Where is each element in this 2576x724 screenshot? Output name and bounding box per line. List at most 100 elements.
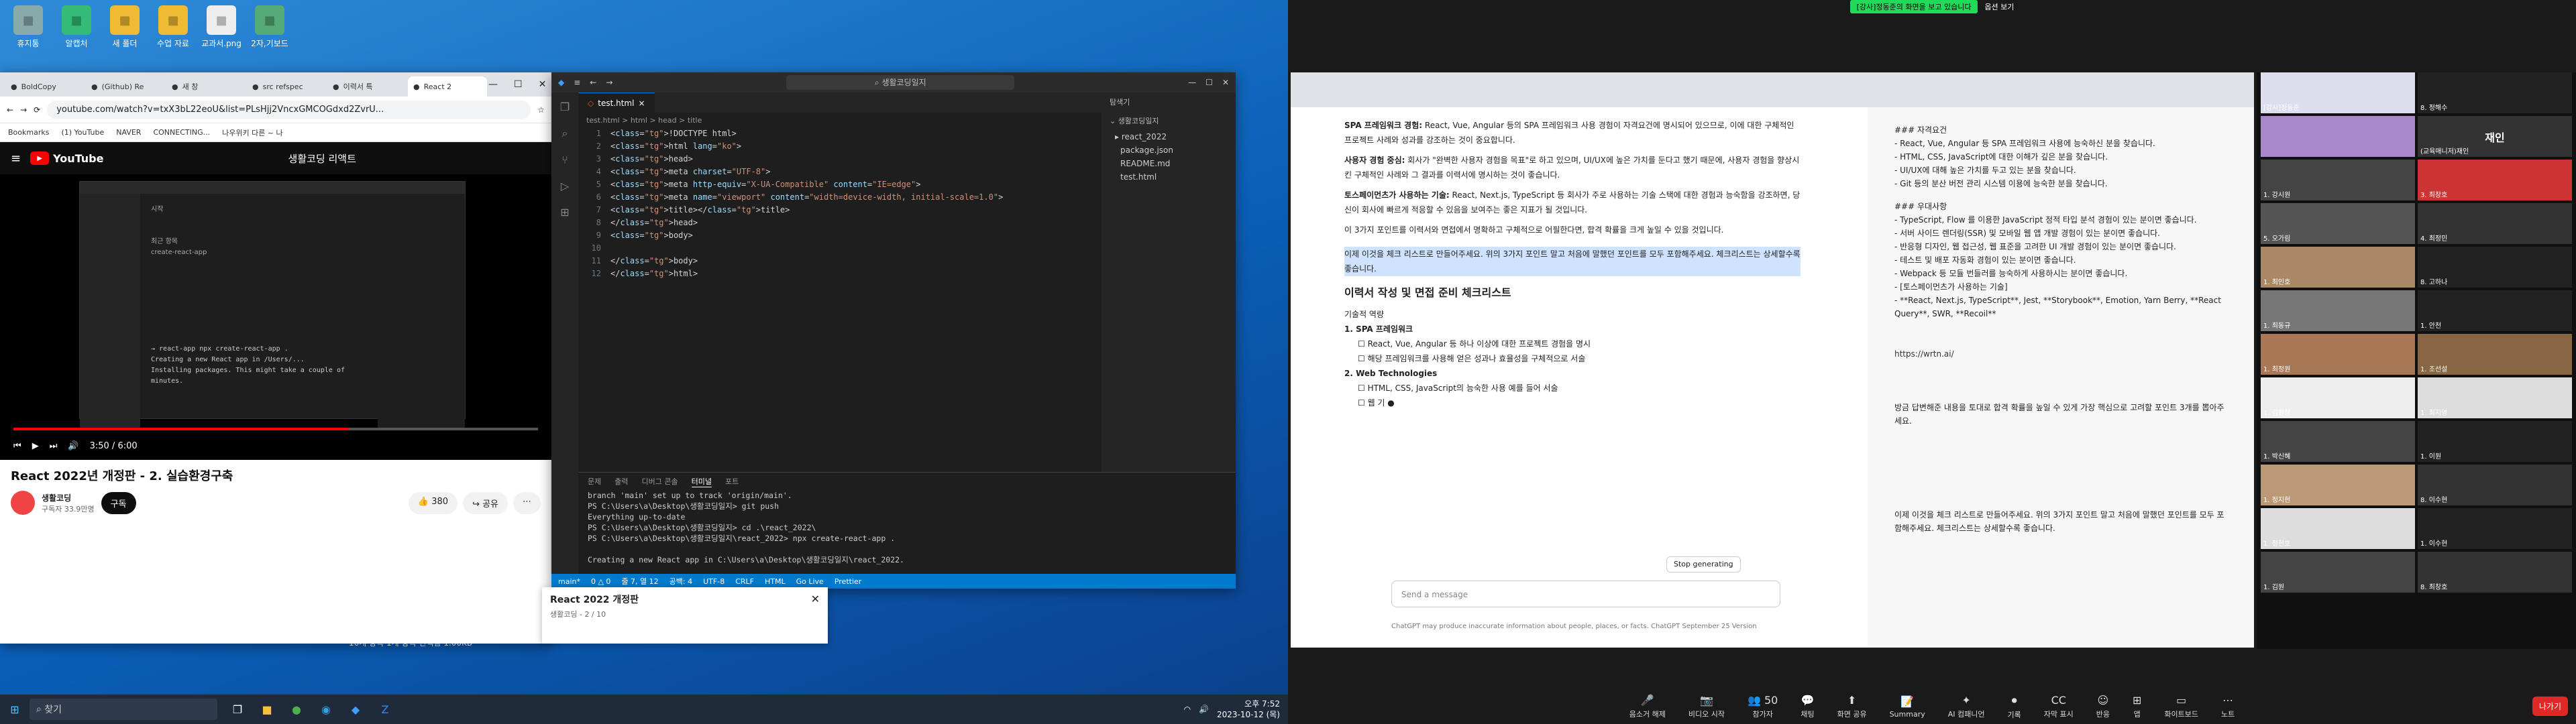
desktop-icon[interactable]: ■ 새 폴더 — [103, 5, 146, 49]
close-tab-icon[interactable]: × — [638, 99, 645, 108]
desktop-icon[interactable]: ■ 수업 자료 — [152, 5, 195, 49]
reload-icon[interactable]: ⟳ — [34, 105, 40, 115]
star-icon[interactable]: ☆ — [537, 105, 545, 115]
bookmark-item[interactable]: 나우위키 다른 ~ 나 — [222, 127, 283, 138]
run-debug-icon[interactable]: ▷ — [561, 180, 569, 192]
source-control-icon[interactable]: ⑂ — [561, 154, 568, 166]
desktop-icon[interactable]: ■ 2자,기보드 — [248, 5, 291, 49]
status-item[interactable]: 0 △ 0 — [591, 577, 610, 586]
forward-icon[interactable]: → — [20, 105, 27, 115]
back-icon[interactable]: ← — [7, 105, 13, 115]
bookmark-item[interactable]: NAVER — [116, 128, 141, 137]
meeting-control[interactable]: ⋯ 노트 — [2221, 694, 2235, 719]
file-explorer-icon[interactable]: ■ — [255, 697, 279, 721]
file-item[interactable]: ▸ react_2022 — [1102, 130, 1236, 143]
participant-tile[interactable]: 1. 최정원 — [2261, 334, 2415, 375]
chrome-icon[interactable]: ● — [284, 697, 309, 721]
participant-tile[interactable]: 1. 이원 — [2418, 421, 2572, 462]
status-item[interactable]: Go Live — [796, 577, 824, 586]
participant-tile[interactable]: 1. 최인호 — [2261, 247, 2415, 288]
search-icon[interactable]: ⌕ — [562, 127, 568, 140]
meeting-control[interactable]: 👥 50 참가자 — [1748, 694, 1778, 719]
taskbar-search[interactable]: ⌕ 찾기 — [30, 699, 217, 720]
file-item[interactable]: test.html — [1102, 170, 1236, 184]
meeting-control[interactable]: ▭ 화이트보드 — [2164, 694, 2198, 719]
browser-tab[interactable]: ● 이력서 특 — [327, 76, 407, 97]
address-bar[interactable]: youtube.com/watch?v=txX3bL22eoU&list=PLs… — [47, 100, 531, 119]
participant-tile[interactable]: 5. 오가림 — [2261, 203, 2415, 244]
code-line[interactable]: 5 <class="tg">meta http-equiv="X-UA-Comp… — [578, 178, 1102, 191]
participant-tile[interactable] — [2261, 116, 2415, 157]
status-item[interactable]: Prettier — [835, 577, 861, 586]
meeting-control[interactable]: ✦ AI 컴패니언 — [1948, 694, 1985, 719]
extensions-icon[interactable]: ⊞ — [560, 206, 569, 219]
participant-tile[interactable]: 1. 조선설 — [2418, 334, 2572, 375]
bookmark-item[interactable]: (1) YouTube — [61, 128, 104, 137]
wifi-icon[interactable]: ◠ — [1184, 705, 1191, 714]
status-item[interactable]: 공백: 4 — [669, 576, 692, 587]
participant-tile[interactable]: 1. 김원창 — [2261, 377, 2415, 418]
status-item[interactable]: HTML — [765, 577, 786, 586]
participant-tile[interactable]: 1. 박신혜 — [2261, 421, 2415, 462]
meeting-control[interactable]: ⊞ 앱 — [2133, 694, 2141, 719]
meeting-control[interactable]: 📝 Summary — [1890, 695, 1925, 719]
subscribe-button[interactable]: 구독 — [101, 491, 136, 514]
participant-tile[interactable]: 1. 최동규 — [2261, 290, 2415, 331]
code-line[interactable]: 6 <class="tg">meta name="viewport" conte… — [578, 191, 1102, 204]
start-icon[interactable]: ⊞ — [3, 697, 27, 721]
bookmark-item[interactable]: CONNECTING... — [153, 128, 210, 137]
code-line[interactable]: 12 </class="tg">html> — [578, 267, 1102, 280]
participant-tile[interactable]: [강사]정동준 — [2261, 72, 2415, 113]
explorer-icon[interactable]: ❐ — [560, 101, 570, 113]
code-area[interactable]: 1 <class="tg">!DOCTYPE html> 2 <class="tg">… — [578, 127, 1102, 280]
participant-tile[interactable]: 1. 안천 — [2418, 290, 2572, 331]
participant-tile[interactable]: 8. 이수현 — [2418, 465, 2572, 505]
leave-button[interactable]: 나가기 — [2532, 697, 2568, 716]
browser-tab[interactable]: ● 새 창 — [166, 76, 246, 97]
panel-tab[interactable]: 디버그 콘솔 — [642, 476, 678, 487]
next-icon[interactable]: ⏭ — [50, 441, 58, 451]
more-button[interactable]: ⋯ — [513, 491, 541, 514]
editor-tab[interactable]: ◇ test.html × — [578, 93, 655, 113]
play-icon[interactable]: ▶ — [32, 441, 39, 451]
participant-tile[interactable]: 3. 최창호 — [2418, 160, 2572, 200]
meeting-control[interactable]: ⏺ 기록 — [2008, 694, 2021, 720]
meeting-control[interactable]: CC 자막 표시 — [2044, 694, 2074, 719]
panel-tab[interactable]: 문제 — [588, 476, 601, 487]
volume-icon[interactable]: 🔊 — [68, 441, 78, 451]
status-item[interactable]: main* — [558, 577, 580, 586]
hamburger-icon[interactable]: ≡ — [11, 152, 21, 166]
minimize-icon[interactable]: — — [1188, 78, 1196, 87]
editor[interactable]: ◇ test.html × test.html > html > head > ti… — [578, 93, 1102, 472]
command-center[interactable]: ⌕ 생활코딩일지 — [786, 75, 1015, 90]
message-input[interactable]: Send a message — [1391, 581, 1780, 607]
participant-tile[interactable]: 8. 정해수 — [2418, 72, 2572, 113]
participant-tile[interactable]: 4. 최정민 — [2418, 203, 2572, 244]
browser-tab[interactable]: ● (Github) Re — [86, 76, 165, 97]
code-line[interactable]: 11 </class="tg">body> — [578, 255, 1102, 267]
code-line[interactable]: 2 <class="tg">html lang="ko"> — [578, 140, 1102, 153]
participant-tile[interactable]: 재인 (교육매니저)재인 — [2418, 116, 2572, 157]
code-line[interactable]: 3 <class="tg">head> — [578, 153, 1102, 166]
bookmark-item[interactable]: Bookmarks — [8, 128, 49, 137]
code-line[interactable]: 1 <class="tg">!DOCTYPE html> — [578, 127, 1102, 140]
maximize-icon[interactable]: ☐ — [514, 79, 523, 90]
code-line[interactable]: 10 — [578, 242, 1102, 255]
browser-tab[interactable]: ● src refspec — [247, 76, 326, 97]
browser-tab[interactable]: ● React 2 — [408, 76, 487, 97]
view-options-button[interactable]: 옵션 보기 — [1984, 1, 2014, 12]
participant-tile[interactable]: 1. 강시원 — [2261, 160, 2415, 200]
code-line[interactable]: 8 </class="tg">head> — [578, 217, 1102, 229]
desktop-icon[interactable]: ■ 휴지통 — [7, 5, 50, 49]
task-view-icon[interactable]: ❐ — [225, 697, 250, 721]
meeting-control[interactable]: ☺ 반응 — [2096, 694, 2110, 719]
link[interactable]: https://wrtn.ai/ — [1894, 347, 2227, 361]
status-item[interactable]: UTF-8 — [703, 577, 724, 586]
clock[interactable]: 오후 7:52 2023-10-12 (목) — [1217, 699, 1280, 720]
close-icon[interactable]: ✕ — [539, 79, 547, 90]
participant-tile[interactable]: 8. 최창호 — [2418, 552, 2572, 593]
folder-name[interactable]: ⌄ 생활코딩일지 — [1102, 111, 1236, 130]
desktop-icon[interactable]: ■ 알캡처 — [55, 5, 98, 49]
channel-avatar[interactable] — [11, 491, 35, 515]
share-button[interactable]: ↪ 공유 — [463, 491, 508, 514]
